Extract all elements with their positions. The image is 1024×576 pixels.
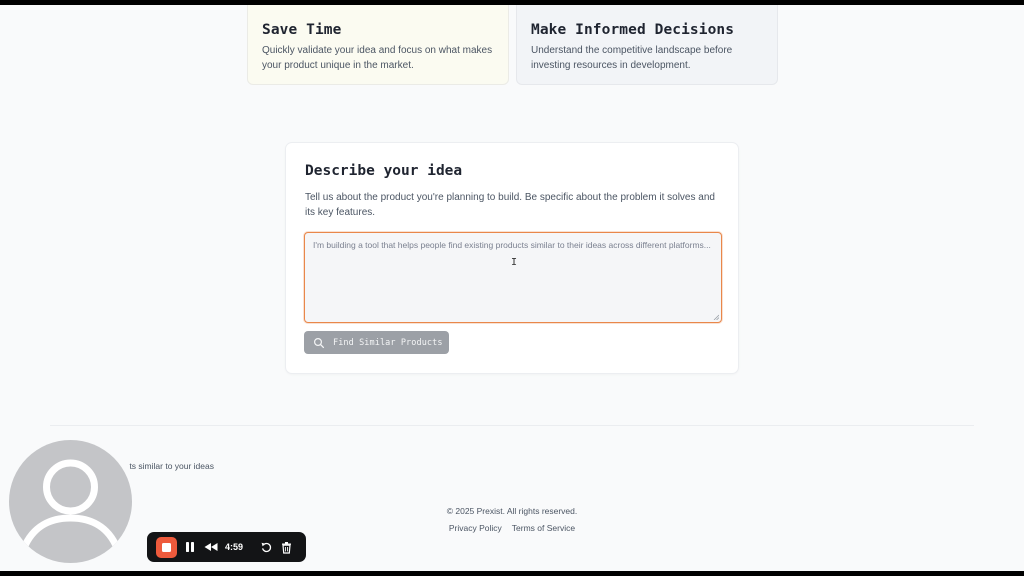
stop-icon (162, 542, 171, 552)
rewind-icon (204, 543, 218, 551)
idea-form-description: Tell us about the product you're plannin… (305, 192, 715, 218)
rewind-button[interactable] (203, 540, 219, 554)
delete-button[interactable] (280, 541, 293, 554)
footer-copyright: © 2025 Prexist. All rights reserved. (446, 506, 578, 516)
user-avatar-icon (20, 459, 121, 550)
page: Save Time Quickly validate your idea and… (0, 5, 1024, 571)
footer-divider (50, 425, 974, 426)
find-similar-products-button[interactable]: Find Similar Products (304, 331, 449, 354)
idea-form-title: Describe your idea (305, 163, 463, 179)
recording-timer: 4:59 (225, 542, 244, 552)
pause-icon (186, 542, 194, 552)
feature-title: Save Time (262, 22, 342, 38)
search-icon (313, 337, 325, 348)
restart-button[interactable] (260, 541, 273, 554)
webcam-avatar[interactable] (9, 440, 132, 563)
pause-button[interactable] (183, 540, 197, 554)
find-button-label: Find Similar Products (333, 337, 443, 348)
text-cursor-icon: I (511, 257, 518, 268)
trash-icon (282, 541, 291, 554)
terms-of-service-link[interactable]: Terms of Service (512, 523, 575, 533)
idea-form-card: Describe your idea Tell us about the pro… (285, 142, 739, 374)
restart-icon (261, 542, 272, 552)
feature-description: Understand the competitive landscape bef… (531, 45, 733, 71)
feature-card-informed-decisions: Make Informed Decisions Understand the c… (516, 5, 778, 85)
feature-description: Quickly validate your idea and focus on … (262, 45, 493, 71)
idea-textarea[interactable] (304, 232, 722, 323)
stop-recording-button[interactable] (156, 536, 177, 558)
privacy-policy-link[interactable]: Privacy Policy (449, 523, 502, 533)
resize-grip-icon[interactable] (713, 314, 719, 320)
recording-toolbar: 4:59 (147, 532, 306, 562)
footer-links: Privacy Policy Terms of Service (312, 523, 712, 533)
feature-card-save-time: Save Time Quickly validate your idea and… (247, 5, 509, 85)
feature-title: Make Informed Decisions (531, 22, 735, 38)
